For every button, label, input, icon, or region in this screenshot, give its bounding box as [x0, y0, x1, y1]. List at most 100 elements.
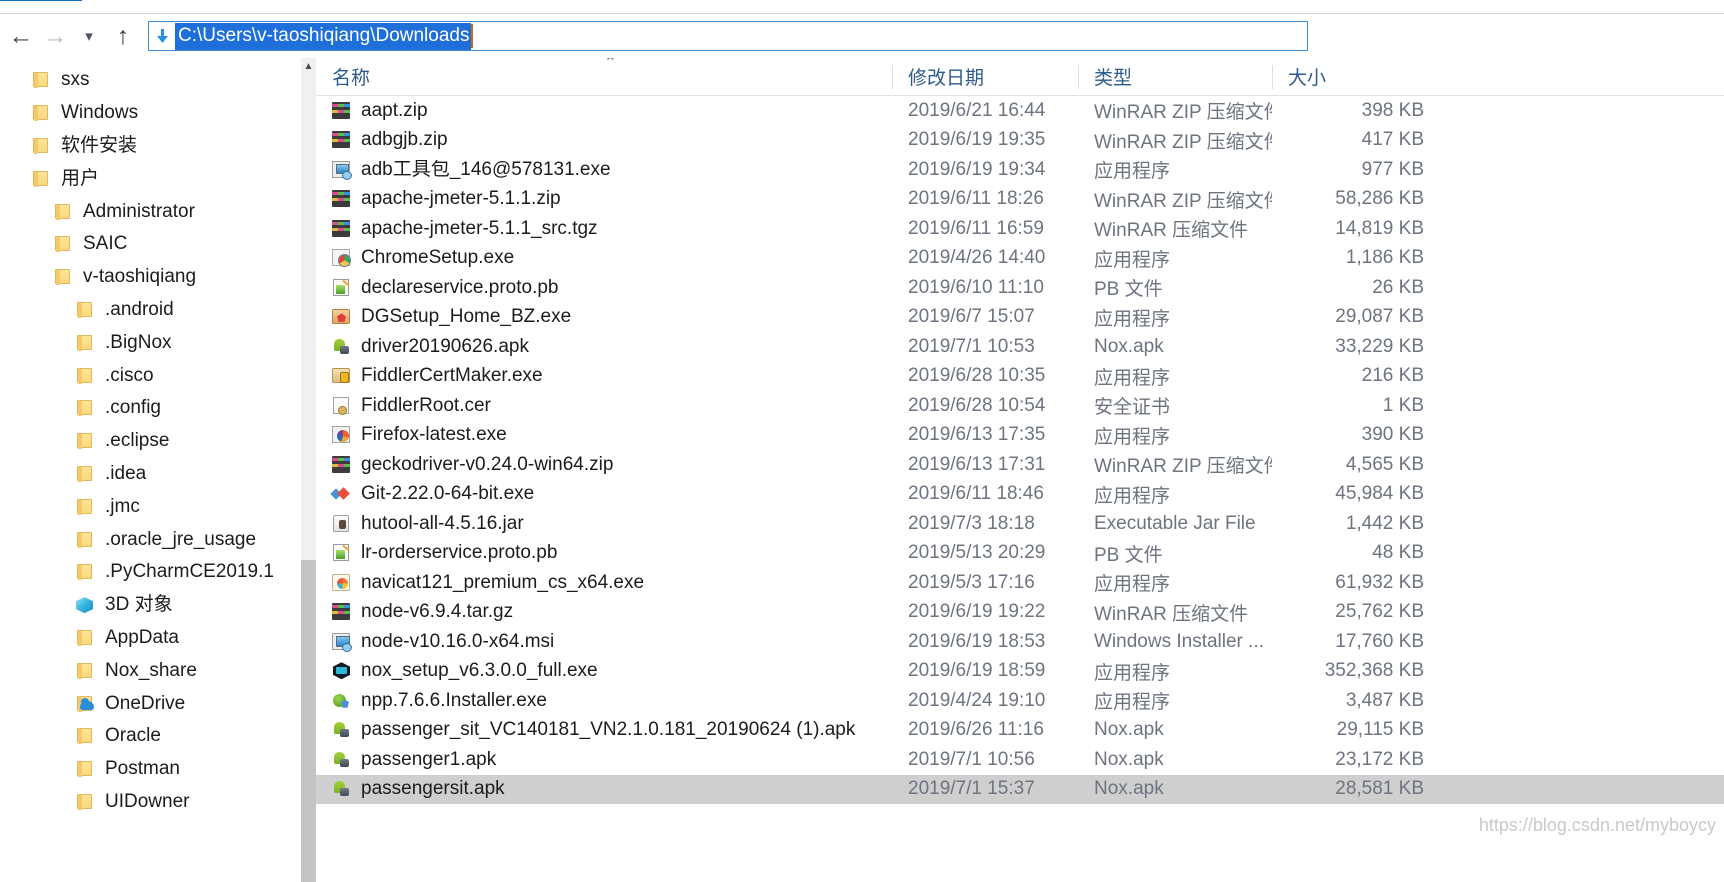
ribbon-tab-2[interactable]: 共享: [164, 0, 246, 1]
ribbon-tab-0[interactable]: 文件: [0, 0, 83, 1]
table-row[interactable]: passengersit.apk 2019/7/1 15:37 Nox.apk 28,…: [316, 774, 1724, 804]
column-header-type[interactable]: 类型: [1078, 58, 1272, 95]
tree-item[interactable]: Administrator: [0, 195, 316, 228]
table-row[interactable]: node-v6.9.4.tar.gz 2019/6/19 19:22 WinRAR …: [316, 598, 1724, 628]
table-row[interactable]: node-v10.16.0-x64.msi 2019/6/19 18:53 Wind…: [316, 627, 1724, 657]
file-name-cell[interactable]: FiddlerCertMaker.exe: [316, 366, 892, 386]
column-header-date[interactable]: 修改日期: [892, 58, 1078, 95]
file-name-cell[interactable]: DGSetup_Home_BZ.exe: [316, 307, 892, 327]
tree-item[interactable]: 用户: [0, 162, 316, 195]
tree-item[interactable]: .idea: [0, 458, 316, 491]
table-row[interactable]: declareservice.proto.pb 2019/6/10 11:10 PB…: [316, 273, 1724, 303]
tree-item[interactable]: .eclipse: [0, 425, 316, 458]
table-row[interactable]: aapt.zip 2019/6/21 16:44 WinRAR ZIP 压缩文件 39…: [316, 96, 1724, 126]
file-name-cell[interactable]: adb工具包_146@578131.exe: [316, 160, 892, 180]
file-size-cell: 33,229 KB: [1335, 335, 1424, 357]
file-name-cell[interactable]: node-v6.9.4.tar.gz: [316, 602, 892, 622]
file-name-cell[interactable]: navicat121_premium_cs_x64.exe: [316, 573, 892, 593]
navigation-pane-scrollbar[interactable]: ▲: [301, 58, 316, 882]
file-name-cell[interactable]: passenger1.apk: [316, 750, 892, 770]
forward-arrow-icon[interactable]: →: [38, 19, 72, 53]
file-name-cell[interactable]: hutool-all-4.5.16.jar: [316, 514, 892, 534]
ribbon-tab-1[interactable]: 主页: [82, 0, 164, 1]
tree-item[interactable]: 3D 对象: [0, 589, 316, 622]
tree-item[interactable]: OneDrive: [0, 687, 316, 720]
file-name-cell[interactable]: node-v10.16.0-x64.msi: [316, 632, 892, 652]
tree-item[interactable]: UIDowner: [0, 786, 316, 819]
file-name-cell[interactable]: adbgjb.zip: [316, 130, 892, 150]
table-row[interactable]: Git-2.22.0-64-bit.exe 2019/6/11 18:46 应用程序…: [316, 480, 1724, 510]
table-row[interactable]: nox_setup_v6.3.0.0_full.exe 2019/6/19 18:…: [316, 657, 1724, 687]
file-name-label: FiddlerCertMaker.exe: [361, 366, 543, 387]
tree-item-label: Windows: [61, 102, 139, 124]
table-row[interactable]: adbgjb.zip 2019/6/19 19:35 WinRAR ZIP 压缩文件…: [316, 126, 1724, 156]
table-row[interactable]: apache-jmeter-5.1.1.zip 2019/6/11 18:26 Wi…: [316, 185, 1724, 215]
table-row[interactable]: passenger_sit_VC140181_VN2.1.0.181_20190…: [316, 716, 1724, 746]
tree-item[interactable]: Windows: [0, 97, 316, 130]
file-name-cell[interactable]: declareservice.proto.pb: [316, 278, 892, 298]
folder-icon: [30, 169, 52, 189]
file-name-cell[interactable]: aapt.zip: [316, 101, 892, 121]
file-name-cell[interactable]: ChromeSetup.exe: [316, 248, 892, 268]
tree-item[interactable]: .jmc: [0, 490, 316, 523]
file-name-cell[interactable]: nox_setup_v6.3.0.0_full.exe: [316, 661, 892, 681]
table-row[interactable]: hutool-all-4.5.16.jar 2019/7/3 18:18 Execu…: [316, 509, 1724, 539]
tree-item[interactable]: Postman: [0, 753, 316, 786]
up-arrow-icon[interactable]: ↑: [106, 19, 140, 53]
table-row[interactable]: driver20190626.apk 2019/7/1 10:53 Nox.apk 3…: [316, 332, 1724, 362]
table-row[interactable]: passenger1.apk 2019/7/1 10:56 Nox.apk 23,17…: [316, 745, 1724, 775]
tree-item[interactable]: .cisco: [0, 359, 316, 392]
table-row[interactable]: FiddlerCertMaker.exe 2019/6/28 10:35 应用程序 2…: [316, 362, 1724, 392]
column-header-name[interactable]: 名称: [316, 58, 892, 95]
tree-item[interactable]: v-taoshiqiang: [0, 261, 316, 294]
tree-item[interactable]: .oracle_jre_usage: [0, 523, 316, 556]
table-row[interactable]: DGSetup_Home_BZ.exe 2019/6/7 15:07 应用程序 29,…: [316, 303, 1724, 333]
table-row[interactable]: geckodriver-v0.24.0-win64.zip 2019/6/13 1…: [316, 450, 1724, 480]
table-row[interactable]: apache-jmeter-5.1.1_src.tgz 2019/6/11 16:…: [316, 214, 1724, 244]
file-name-label: declareservice.proto.pb: [361, 277, 559, 298]
chevron-down-icon[interactable]: ▾: [72, 19, 106, 53]
tree-item[interactable]: Nox_share: [0, 654, 316, 687]
tree-item[interactable]: AppData: [0, 622, 316, 655]
tree-item[interactable]: .android: [0, 294, 316, 327]
table-row[interactable]: adb工具包_146@578131.exe 2019/6/19 19:34 应用程序…: [316, 155, 1724, 185]
address-bar[interactable]: C:\Users\v-taoshiqiang\Downloads: [148, 21, 1308, 51]
tree-item[interactable]: .config: [0, 392, 316, 425]
file-type-cell: Nox.apk: [1094, 719, 1164, 741]
file-size-cell: 58,286 KB: [1335, 188, 1424, 210]
file-name-cell[interactable]: Git-2.22.0-64-bit.exe: [316, 484, 892, 504]
column-header-size[interactable]: 大小: [1272, 58, 1432, 95]
file-size-cell: 4,565 KB: [1345, 453, 1424, 475]
scrollbar-track[interactable]: [301, 560, 316, 882]
file-name-cell[interactable]: apache-jmeter-5.1.1.zip: [316, 189, 892, 209]
address-path-text[interactable]: C:\Users\v-taoshiqiang\Downloads: [175, 22, 472, 50]
tree-item[interactable]: .BigNox: [0, 326, 316, 359]
file-name-label: aapt.zip: [361, 100, 428, 121]
back-arrow-icon[interactable]: ←: [4, 19, 38, 53]
file-name-cell[interactable]: FiddlerRoot.cer: [316, 396, 892, 416]
file-name-cell[interactable]: driver20190626.apk: [316, 337, 892, 357]
file-name-cell[interactable]: Firefox-latest.exe: [316, 425, 892, 445]
scroll-up-chevron-icon[interactable]: ▲: [301, 58, 316, 75]
file-name-cell[interactable]: npp.7.6.6.Installer.exe: [316, 691, 892, 711]
file-name-cell[interactable]: lr-orderservice.proto.pb: [316, 543, 892, 563]
table-row[interactable]: lr-orderservice.proto.pb 2019/5/13 20:29 P…: [316, 539, 1724, 569]
file-name-cell[interactable]: passenger_sit_VC140181_VN2.1.0.181_20190…: [316, 720, 892, 740]
tree-item[interactable]: SAIC: [0, 228, 316, 261]
tree-item[interactable]: .PyCharmCE2019.1: [0, 556, 316, 589]
file-name-cell[interactable]: apache-jmeter-5.1.1_src.tgz: [316, 219, 892, 239]
table-row[interactable]: navicat121_premium_cs_x64.exe 2019/5/3 17…: [316, 568, 1724, 598]
file-name-cell[interactable]: geckodriver-v0.24.0-win64.zip: [316, 455, 892, 475]
table-row[interactable]: npp.7.6.6.Installer.exe 2019/4/24 19:10 应用…: [316, 686, 1724, 716]
scrollbar-thumb[interactable]: ▲: [301, 58, 316, 560]
tree-item-label: .PyCharmCE2019.1: [105, 561, 274, 583]
ribbon-tab-3[interactable]: 查看: [246, 0, 328, 1]
table-row[interactable]: Firefox-latest.exe 2019/6/13 17:35 应用程序 390…: [316, 421, 1724, 451]
file-type-cell: 应用程序: [1094, 308, 1171, 330]
tree-item[interactable]: 软件安装: [0, 130, 316, 163]
tree-item[interactable]: sxs: [0, 64, 316, 97]
tree-item[interactable]: Oracle: [0, 720, 316, 753]
file-name-cell[interactable]: passengersit.apk: [316, 779, 892, 799]
table-row[interactable]: FiddlerRoot.cer 2019/6/28 10:54 安全证书 1 KB: [316, 391, 1724, 421]
table-row[interactable]: ChromeSetup.exe 2019/4/26 14:40 应用程序 1,186 …: [316, 244, 1724, 274]
